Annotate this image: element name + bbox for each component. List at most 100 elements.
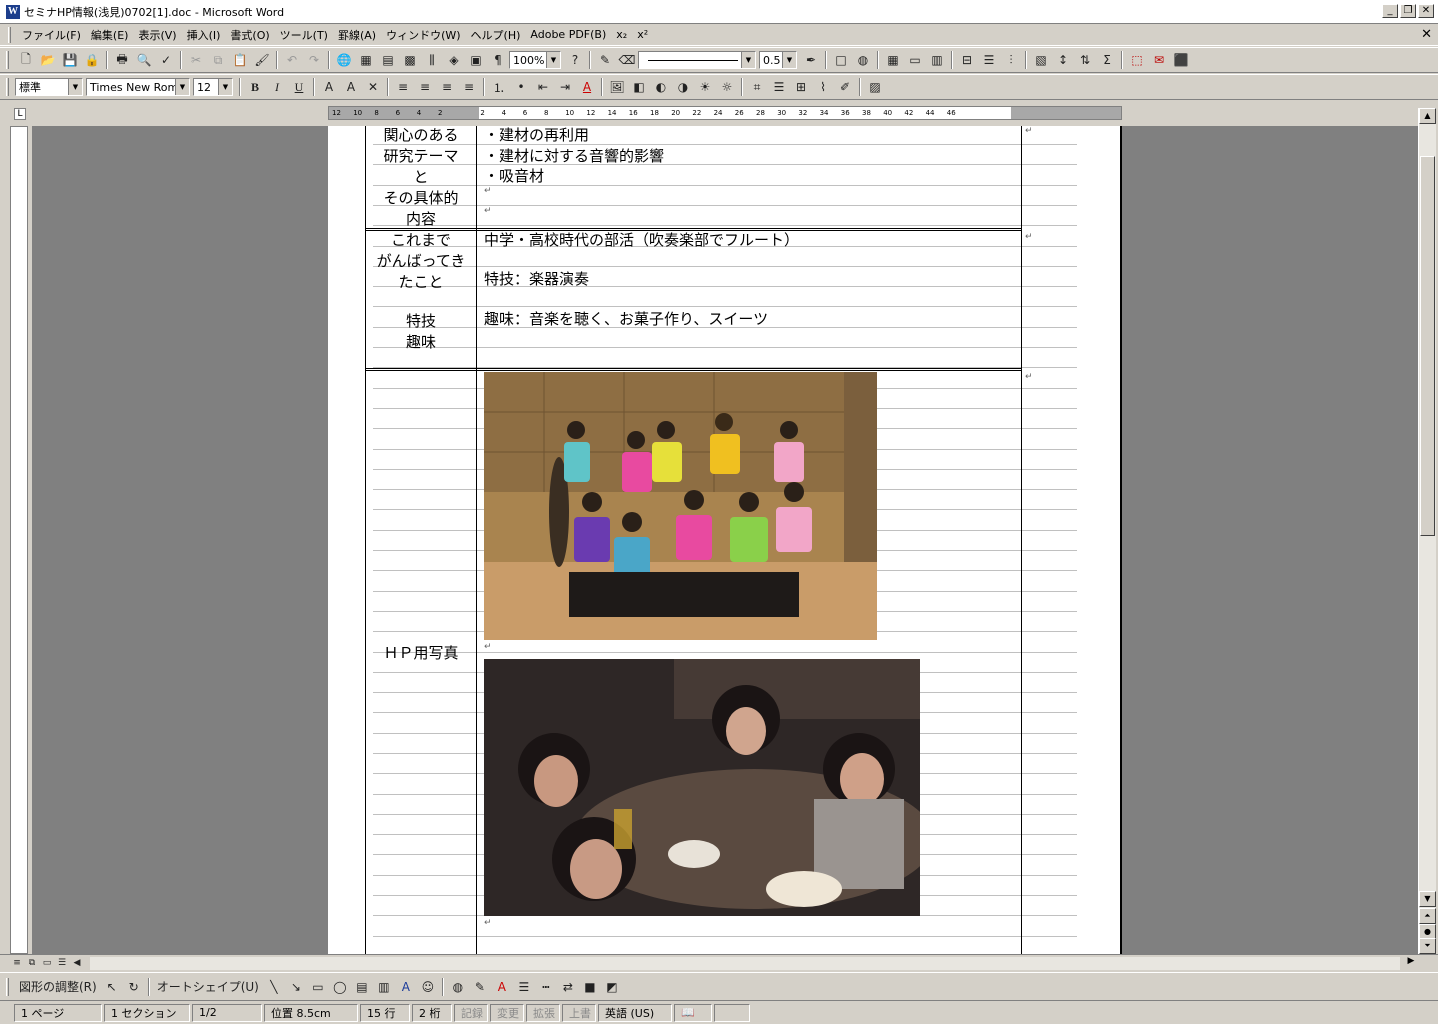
- next-page-button[interactable]: ⏷: [1419, 938, 1436, 954]
- save-icon[interactable]: 💾: [59, 50, 81, 70]
- line-color-icon[interactable]: ✎: [469, 977, 491, 997]
- cut-icon[interactable]: ✂: [185, 50, 207, 70]
- table-autoformat-icon[interactable]: ▧: [1030, 50, 1052, 70]
- font-color-icon[interactable]: A: [576, 77, 598, 97]
- align-cell-icon[interactable]: ⊟: [956, 50, 978, 70]
- pencil-icon[interactable]: ✎: [594, 50, 616, 70]
- pdf-email-icon[interactable]: ✉: [1148, 50, 1170, 70]
- char-shading-icon[interactable]: A: [340, 77, 362, 97]
- drawing-icon[interactable]: ◈: [443, 50, 465, 70]
- 3d-style-icon[interactable]: ◩: [601, 977, 623, 997]
- image-color-icon[interactable]: ◧: [628, 77, 650, 97]
- increase-indent-icon[interactable]: ⇥: [554, 77, 576, 97]
- bold-button[interactable]: B: [244, 77, 266, 97]
- document-area[interactable]: 関心のある 研究テーマ と その具体的 内容 ・建材の再利用 ・建材に対する音響…: [32, 126, 1418, 954]
- textbox-icon[interactable]: ▤: [351, 977, 373, 997]
- eraser-icon[interactable]: ⌫: [616, 50, 638, 70]
- paste-icon[interactable]: 📋: [229, 50, 251, 70]
- word-app-icon[interactable]: W: [6, 4, 20, 19]
- menu-insert[interactable]: 挿入(I): [182, 27, 226, 43]
- document-page[interactable]: 関心のある 研究テーマ と その具体的 内容 ・建材の再利用 ・建材に対する音響…: [328, 126, 1122, 954]
- scroll-up-button[interactable]: ▲: [1419, 108, 1436, 124]
- status-track-changes[interactable]: 変更: [490, 1003, 524, 1022]
- autosum-icon[interactable]: Σ: [1096, 50, 1118, 70]
- print-icon[interactable]: 🖶: [111, 50, 133, 70]
- adjust-shapes-menu[interactable]: 図形の調整(R): [15, 977, 101, 997]
- menu-edit[interactable]: 編集(E): [86, 27, 134, 43]
- scroll-down-button[interactable]: ▼: [1419, 891, 1436, 907]
- status-extend[interactable]: 拡張: [526, 1003, 560, 1022]
- permission-icon[interactable]: 🔒: [81, 50, 103, 70]
- wordart-icon[interactable]: A: [395, 977, 417, 997]
- drawing-font-color-icon[interactable]: A: [491, 977, 513, 997]
- undo-icon[interactable]: ↶: [281, 50, 303, 70]
- borders-icon[interactable]: □: [830, 50, 852, 70]
- oval-tool-icon[interactable]: ◯: [329, 977, 351, 997]
- line-style-icon[interactable]: ☰: [768, 77, 790, 97]
- bullets-icon[interactable]: •: [510, 77, 532, 97]
- zoom-select[interactable]: 100% ▼: [509, 51, 561, 69]
- fill-color-icon[interactable]: ◍: [447, 977, 469, 997]
- horizontal-scrollbar[interactable]: ≡ ⧉ ▭ ☰ ◀ ▶: [0, 954, 1438, 972]
- convert-pdf-icon[interactable]: ⬚: [1126, 50, 1148, 70]
- sort-ascending-icon[interactable]: ↕: [1052, 50, 1074, 70]
- align-right-icon[interactable]: ≡: [436, 77, 458, 97]
- more-contrast-icon[interactable]: ◐: [650, 77, 672, 97]
- toolbar-grip-2[interactable]: [6, 78, 9, 96]
- normal-view-icon[interactable]: ≡: [10, 956, 24, 970]
- menu-adobe-pdf[interactable]: Adobe PDF(B): [525, 28, 611, 41]
- format-painter-icon[interactable]: 🖌: [251, 50, 273, 70]
- menu-view[interactable]: 表示(V): [133, 27, 181, 43]
- format-picture-icon[interactable]: ✐: [834, 77, 856, 97]
- tab-selector[interactable]: L: [14, 108, 26, 120]
- menu-grip[interactable]: [8, 26, 11, 43]
- outline-view-icon[interactable]: ☰: [55, 956, 69, 970]
- more-brightness-icon[interactable]: ☀: [694, 77, 716, 97]
- insert-table-grid-icon[interactable]: ▦: [882, 50, 904, 70]
- scroll-left-icon[interactable]: ◀: [70, 956, 84, 970]
- less-contrast-icon[interactable]: ◑: [672, 77, 694, 97]
- vertical-textbox-icon[interactable]: ▥: [373, 977, 395, 997]
- status-overtype[interactable]: 上書: [562, 1003, 596, 1022]
- less-brightness-icon[interactable]: ☼: [716, 77, 738, 97]
- open-folder-icon[interactable]: 📂: [37, 50, 59, 70]
- line-style-select[interactable]: ▼: [638, 51, 756, 69]
- vertical-ruler[interactable]: [10, 126, 28, 954]
- copy-icon[interactable]: ⧉: [207, 50, 229, 70]
- shadow-style-icon[interactable]: ■: [579, 977, 601, 997]
- pdf-review-icon[interactable]: ⬛: [1170, 50, 1192, 70]
- line-tool-icon[interactable]: ╲: [263, 977, 285, 997]
- insert-excel-icon[interactable]: ▩: [399, 50, 421, 70]
- style-select[interactable]: 標準 ▼: [15, 78, 83, 96]
- spelling-icon[interactable]: ✓: [155, 50, 177, 70]
- arrow-tool-icon[interactable]: ↘: [285, 977, 307, 997]
- scroll-right-icon[interactable]: ▶: [1404, 956, 1418, 970]
- align-left-icon[interactable]: ≡: [392, 77, 414, 97]
- select-objects-icon[interactable]: ↖: [101, 977, 123, 997]
- columns-icon[interactable]: ⫼: [421, 50, 443, 70]
- rectangle-tool-icon[interactable]: ▭: [307, 977, 329, 997]
- align-center-icon[interactable]: ≡: [414, 77, 436, 97]
- restore-button[interactable]: ❐: [1400, 4, 1416, 18]
- set-transparent-icon[interactable]: ▨: [864, 77, 886, 97]
- close-button[interactable]: ✕: [1418, 4, 1434, 18]
- insert-picture-icon[interactable]: 🖼: [606, 77, 628, 97]
- spelling-status-icon[interactable]: 📖: [674, 1003, 712, 1022]
- font-select[interactable]: Times New Roma ▼: [86, 78, 190, 96]
- sort-descending-icon[interactable]: ⇅: [1074, 50, 1096, 70]
- print-layout-view-icon[interactable]: ▭: [40, 956, 54, 970]
- text-wrap-icon[interactable]: ⌇: [812, 77, 834, 97]
- new-document-icon[interactable]: 🗋: [15, 50, 37, 70]
- menu-table[interactable]: 罫線(A): [333, 27, 381, 43]
- justify-icon[interactable]: ≡: [458, 77, 480, 97]
- restaurant-photo[interactable]: [484, 659, 920, 916]
- merge-cells-icon[interactable]: ▭: [904, 50, 926, 70]
- split-cells-icon[interactable]: ▥: [926, 50, 948, 70]
- show-hide-icon[interactable]: ¶: [487, 50, 509, 70]
- help-icon[interactable]: ?: [564, 50, 586, 70]
- underline-button[interactable]: U: [288, 77, 310, 97]
- horizontal-ruler[interactable]: L 12 10 8 6 4 2 2 4 6 8 10 12 14 16 18 20 22 24 26 28 30 32 34…: [0, 100, 1438, 126]
- distribute-columns-icon[interactable]: ⫶: [1000, 50, 1022, 70]
- italic-button[interactable]: I: [266, 77, 288, 97]
- dash-style-icon[interactable]: ┅: [535, 977, 557, 997]
